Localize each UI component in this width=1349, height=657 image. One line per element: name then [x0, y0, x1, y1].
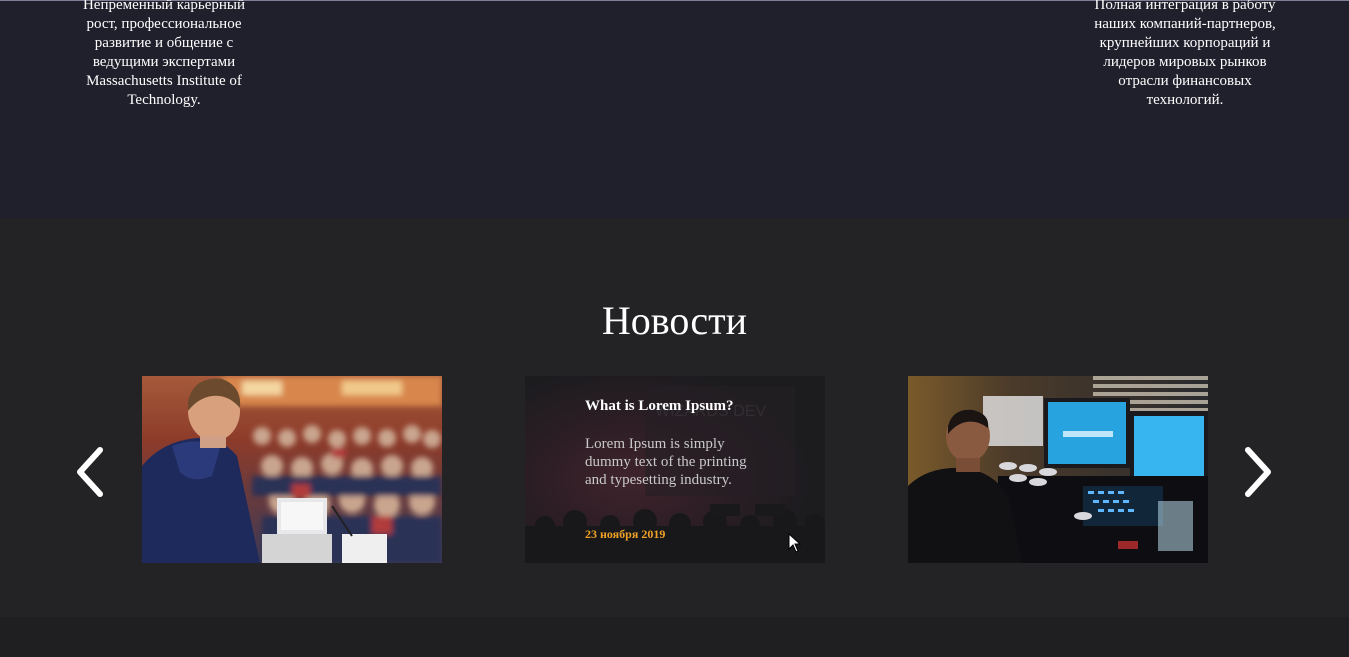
- carousel-next-button[interactable]: [1238, 444, 1278, 500]
- mouse-cursor-icon: [788, 533, 802, 553]
- news-card-2[interactable]: WIZARDS DEV What is Lorem Ipsum? Lorem I…: [525, 376, 825, 563]
- news-card-3[interactable]: [908, 376, 1208, 563]
- feature-text-left: Непременный карьерный рост, профессионал…: [82, 0, 246, 108]
- news-card-1[interactable]: [142, 376, 442, 563]
- developer-workstation-photo: [908, 376, 1208, 563]
- chevron-left-icon: [77, 447, 103, 497]
- card-excerpt: Lorem Ipsum is simply dummy text of the …: [585, 436, 747, 488]
- features-section: Непременный карьерный рост, профессионал…: [0, 0, 1349, 218]
- carousel-prev-button[interactable]: [70, 444, 110, 500]
- card-headline[interactable]: What is Lorem Ipsum?: [585, 396, 785, 416]
- news-title: Новости: [601, 298, 748, 343]
- conference-speaker-photo: [142, 376, 442, 563]
- footer-band: [0, 617, 1349, 657]
- feature-text-right: Полная интеграция в работу наших компани…: [1094, 0, 1276, 108]
- chevron-right-icon: [1245, 447, 1271, 497]
- card-date: 23 ноября 2019: [585, 527, 666, 541]
